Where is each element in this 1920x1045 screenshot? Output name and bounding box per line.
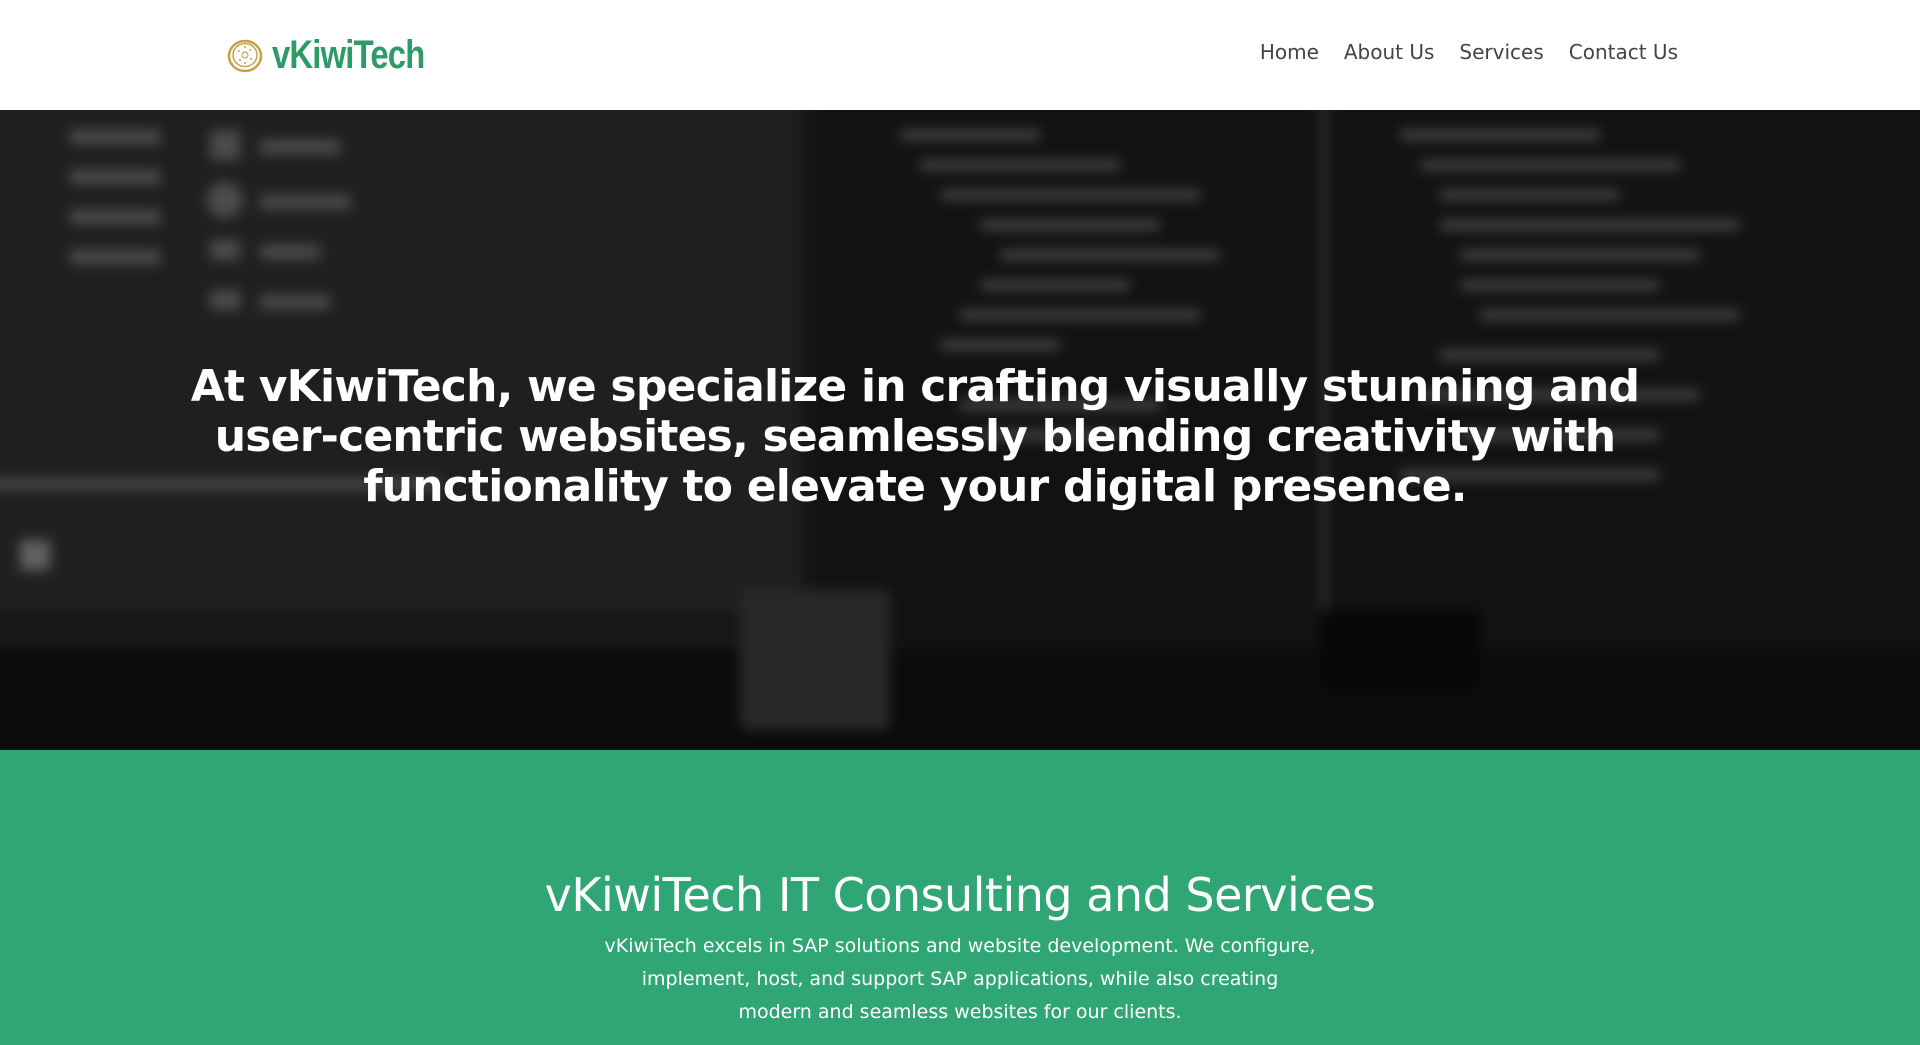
logo-text: vKiwiTech bbox=[272, 32, 425, 77]
services-description: vKiwiTech excels in SAP solutions and we… bbox=[575, 930, 1345, 1029]
hero-headline: At vKiwiTech, we specialize in crafting … bbox=[160, 362, 1670, 512]
site-header: vKiwiTech Home About Us Services Contact… bbox=[0, 0, 1920, 110]
nav-home[interactable]: Home bbox=[1260, 40, 1319, 64]
nav-about-us[interactable]: About Us bbox=[1344, 40, 1435, 64]
logo[interactable]: vKiwiTech bbox=[226, 32, 458, 77]
services-desc-line-3: modern and seamless websites for our cli… bbox=[738, 1001, 1182, 1023]
services-title: vKiwiTech IT Consulting and Services bbox=[544, 868, 1376, 922]
services-desc-line-1: vKiwiTech excels in SAP solutions and we… bbox=[604, 935, 1316, 957]
hero-line-3: functionality to elevate your digital pr… bbox=[363, 461, 1467, 512]
hero-line-1: At vKiwiTech, we specialize in crafting … bbox=[190, 361, 1640, 412]
hero-banner: At vKiwiTech, we specialize in crafting … bbox=[0, 110, 1920, 750]
nav-services[interactable]: Services bbox=[1459, 40, 1543, 64]
main-nav: Home About Us Services Contact Us bbox=[1260, 40, 1678, 64]
nav-contact-us[interactable]: Contact Us bbox=[1569, 40, 1678, 64]
kiwi-slice-icon bbox=[227, 39, 263, 73]
services-section: vKiwiTech IT Consulting and Services vKi… bbox=[0, 750, 1920, 1045]
hero-line-2: user-centric websites, seamlessly blendi… bbox=[214, 411, 1616, 462]
services-desc-line-2: implement, host, and support SAP applica… bbox=[641, 968, 1279, 990]
